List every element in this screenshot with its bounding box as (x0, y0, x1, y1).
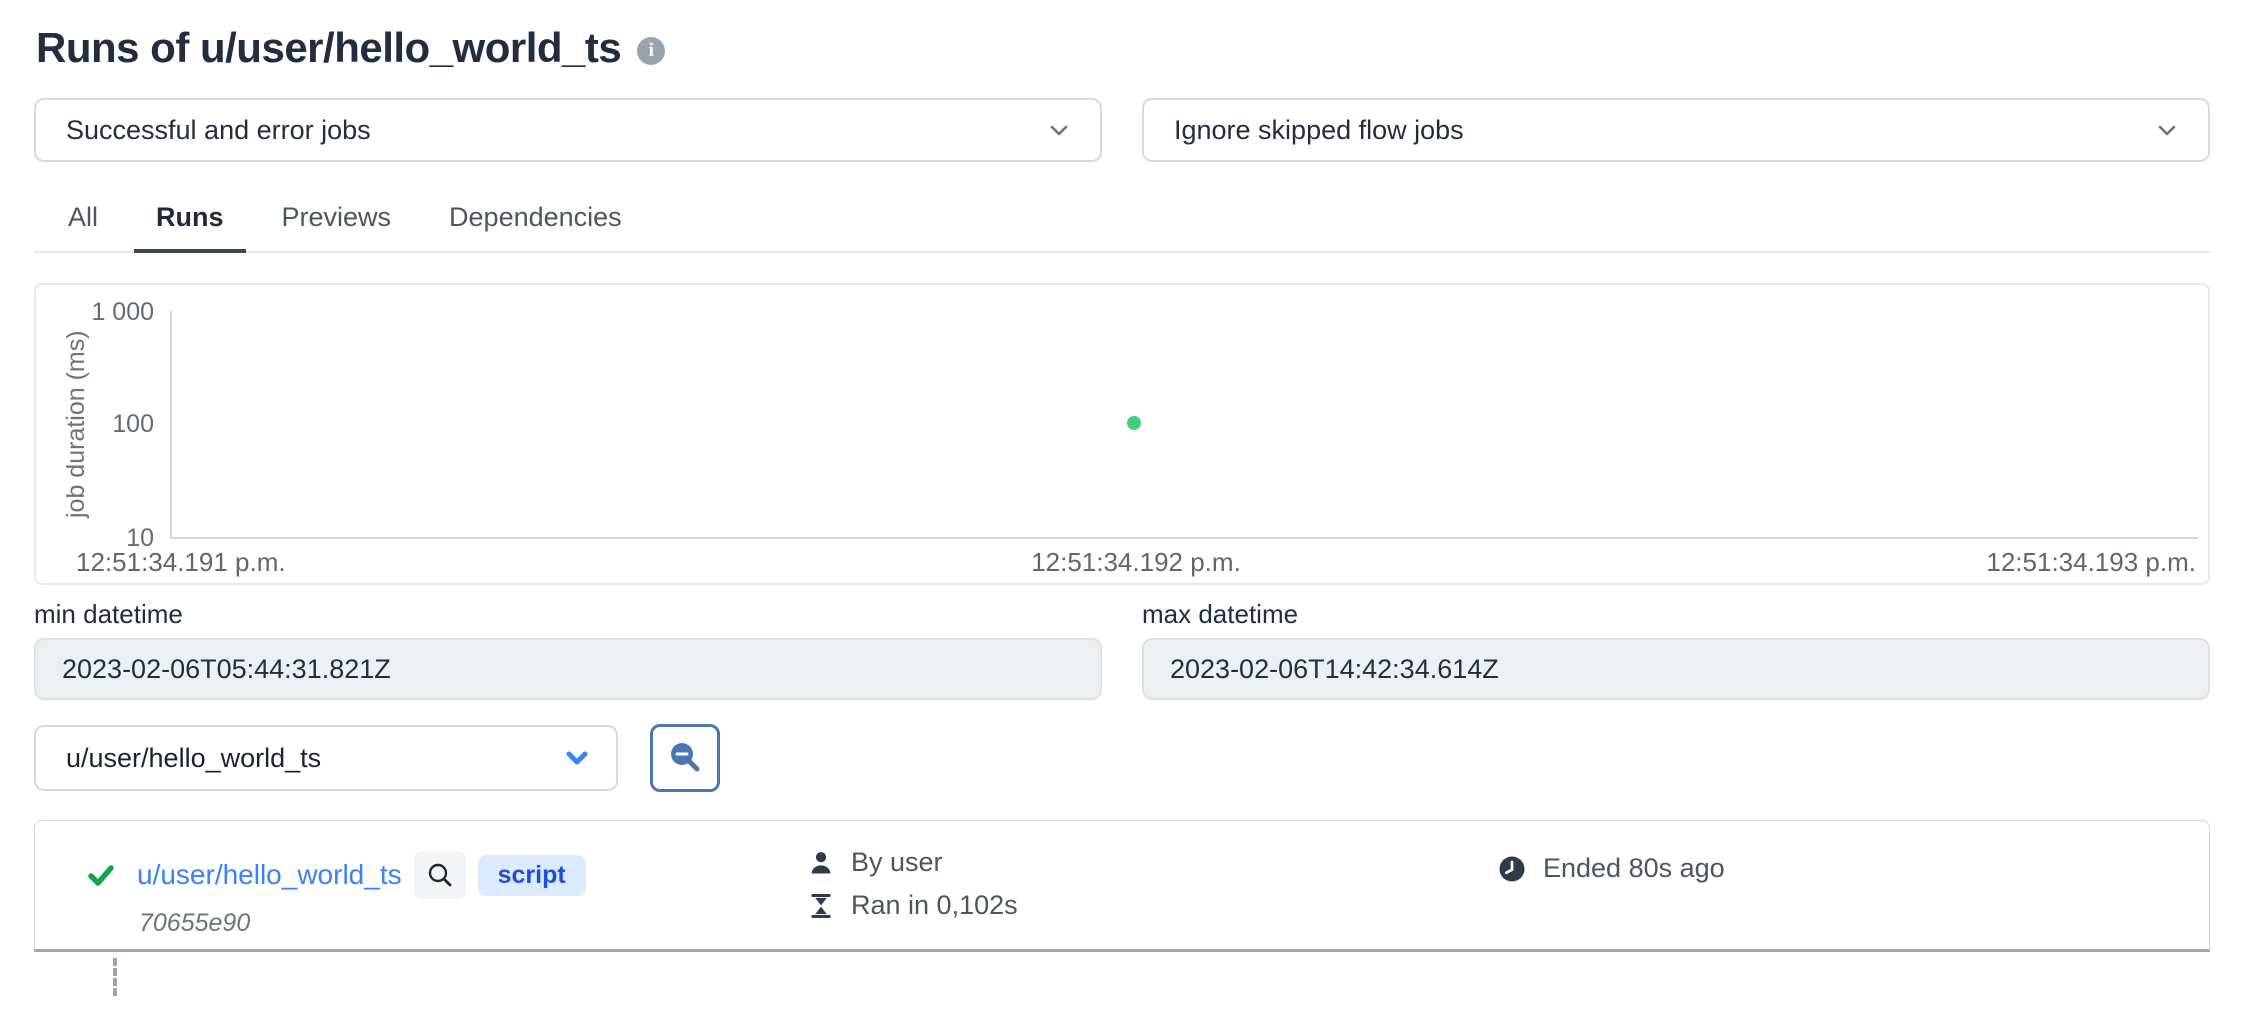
path-filter-row: u/user/hello_world_ts (34, 724, 2210, 792)
page-title: Runs of u/user/hello_world_ts (36, 24, 621, 72)
min-datetime-input[interactable] (34, 638, 1102, 700)
job-duration-chart: job duration (ms) 1 000 100 10 12:51:34.… (34, 283, 2210, 585)
x-tick: 12:51:34.192 p.m. (1031, 547, 1241, 578)
max-datetime-label: max datetime (1142, 599, 2210, 630)
y-tick: 1 000 (91, 298, 154, 327)
min-datetime-label: min datetime (34, 599, 1102, 630)
tabs-bar: All Runs Previews Dependencies (34, 192, 2210, 253)
run-id: 70655e90 (139, 909, 586, 938)
user-icon (807, 849, 835, 877)
inspect-run-button[interactable] (414, 851, 466, 899)
job-status-select[interactable]: Successful and error jobs (34, 98, 1102, 162)
run-path-link[interactable]: u/user/hello_world_ts (137, 859, 402, 891)
clock-icon (1497, 854, 1527, 884)
run-triggered-by: By user (851, 847, 943, 878)
datetime-filters: min datetime max datetime (34, 599, 2210, 700)
chevron-down-icon (1044, 115, 1074, 145)
script-path-select-value: u/user/hello_world_ts (66, 743, 321, 774)
run-data-point[interactable] (1127, 416, 1141, 430)
chevron-down-icon (2152, 115, 2182, 145)
magnifier-icon (425, 860, 455, 890)
info-icon[interactable]: i (637, 37, 665, 65)
y-tick: 100 (112, 410, 154, 439)
skipped-jobs-select[interactable]: Ignore skipped flow jobs (1142, 98, 2210, 162)
run-meta: By user Ran in 0,102s (807, 847, 1018, 921)
run-ended-text: Ended 80s ago (1543, 853, 1725, 884)
script-path-select[interactable]: u/user/hello_world_ts (34, 725, 618, 791)
skipped-jobs-select-value: Ignore skipped flow jobs (1174, 115, 1464, 146)
hourglass-icon (807, 892, 835, 920)
chart-x-axis-ticks: 12:51:34.191 p.m. 12:51:34.192 p.m. 12:5… (76, 547, 2196, 578)
timeline-connector (113, 958, 117, 996)
runs-page: Runs of u/user/hello_world_ts i Successf… (0, 0, 2248, 996)
job-status-select-value: Successful and error jobs (66, 115, 371, 146)
x-tick: 12:51:34.191 p.m. (76, 547, 286, 578)
search-runs-button[interactable] (650, 724, 720, 792)
search-minus-icon (666, 739, 704, 777)
max-datetime-input[interactable] (1142, 638, 2210, 700)
tab-all[interactable]: All (46, 192, 120, 253)
success-check-icon (85, 859, 117, 891)
chart-y-axis-ticks: 1 000 100 10 (36, 311, 160, 539)
x-tick: 12:51:34.193 p.m. (1986, 547, 2196, 578)
chart-plot[interactable] (170, 311, 2198, 539)
job-kind-badge: script (478, 855, 586, 896)
tab-dependencies[interactable]: Dependencies (427, 192, 644, 253)
tab-previews[interactable]: Previews (260, 192, 414, 253)
chevron-down-icon (560, 741, 594, 775)
page-header: Runs of u/user/hello_world_ts i (36, 24, 2210, 72)
run-list-item[interactable]: u/user/hello_world_ts script 70655e90 (34, 820, 2210, 952)
run-duration: Ran in 0,102s (851, 890, 1018, 921)
run-main-info: u/user/hello_world_ts script 70655e90 (85, 851, 586, 938)
tab-runs[interactable]: Runs (134, 192, 246, 253)
run-ended: Ended 80s ago (1497, 853, 1725, 884)
filters-row: Successful and error jobs Ignore skipped… (34, 98, 2210, 162)
